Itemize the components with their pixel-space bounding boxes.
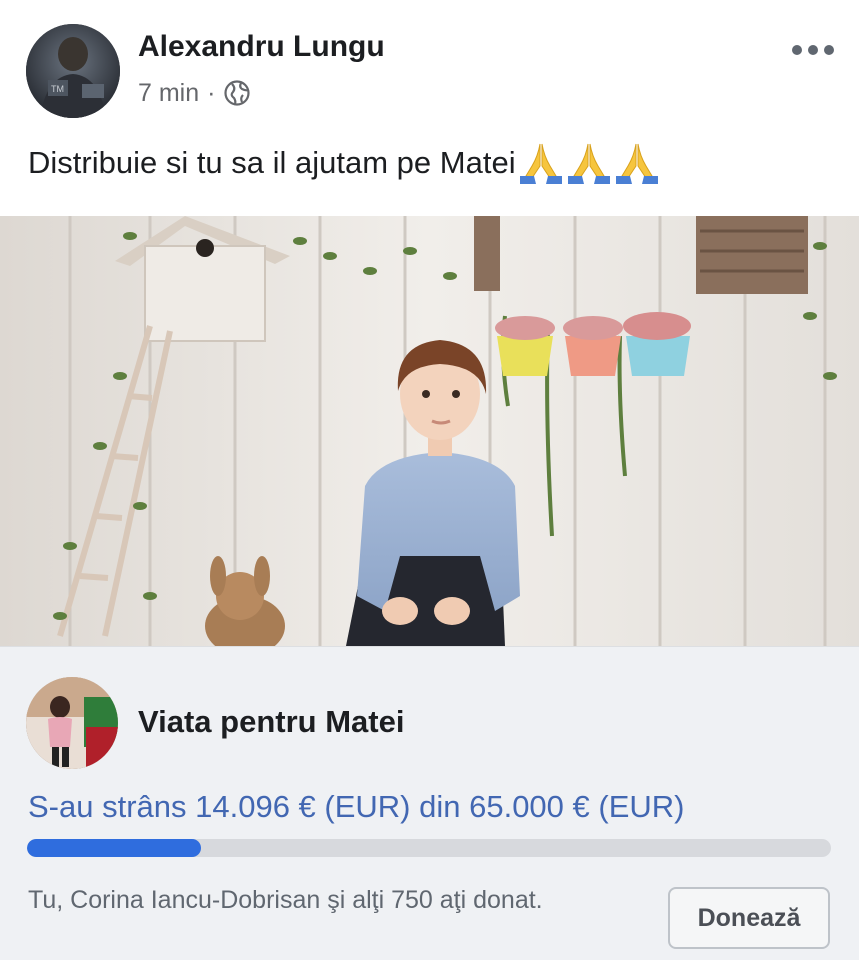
post-photo[interactable]: [0, 216, 859, 646]
emoji-group: [518, 142, 660, 184]
folded-hands-emoji: [567, 143, 610, 184]
meta-separator: ·: [207, 78, 216, 107]
fundraiser-card[interactable]: Viata pentru Matei S-au strâns 14.096 € …: [0, 646, 859, 960]
facebook-post: TM Alexandru Lungu 7 min · Distribuie si…: [0, 0, 859, 960]
svg-text:TM: TM: [51, 84, 64, 94]
folded-hands-emoji: [519, 143, 562, 184]
folded-hands-emoji: [615, 143, 658, 184]
fundraiser-raised-text: S-au strâns 14.096 € (EUR) din 65.000 € …: [28, 789, 685, 824]
post-text: Distribuie si tu sa il ajutam pe Matei: [28, 142, 660, 184]
post-message: Distribuie si tu sa il ajutam pe Matei: [28, 145, 516, 180]
donate-button[interactable]: Donează: [668, 887, 830, 949]
fundraiser-title[interactable]: Viata pentru Matei: [138, 704, 404, 740]
post-header: TM Alexandru Lungu 7 min ·: [0, 0, 859, 125]
author-name[interactable]: Alexandru Lungu: [138, 30, 385, 64]
post-meta: 7 min ·: [138, 76, 251, 110]
fundraiser-avatar[interactable]: [26, 677, 118, 769]
fundraiser-progress-fill: [27, 839, 202, 857]
post-timestamp[interactable]: 7 min: [138, 79, 199, 108]
more-options-icon[interactable]: [788, 34, 838, 66]
fundraiser-progress-bar: [27, 839, 831, 857]
globe-icon[interactable]: [223, 79, 251, 107]
author-avatar[interactable]: TM: [26, 24, 120, 118]
fundraiser-donors-text: Tu, Corina Iancu-Dobrisan şi alţi 750 aţ…: [28, 886, 543, 914]
